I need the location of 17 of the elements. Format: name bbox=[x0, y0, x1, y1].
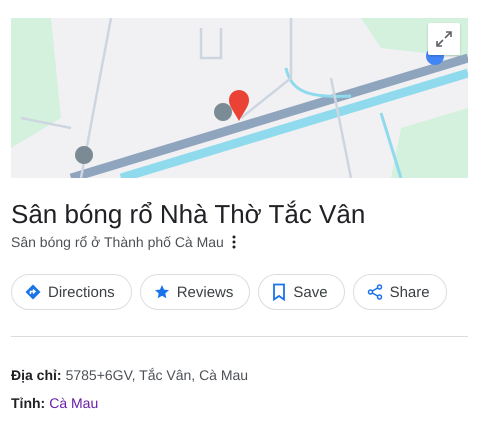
detail-link[interactable]: Cà Mau bbox=[49, 395, 98, 411]
bookmark-icon bbox=[272, 283, 286, 301]
detail-value: 5785+6GV, Tắc Vân, Cà Mau bbox=[66, 367, 248, 383]
action-button[interactable]: Save bbox=[258, 274, 345, 310]
action-button[interactable]: Share bbox=[352, 274, 447, 310]
place-category: Sân bóng rổ ở Thành phố Cà Mau bbox=[11, 234, 224, 250]
action-button[interactable]: Reviews bbox=[140, 274, 250, 310]
expand-icon bbox=[435, 30, 453, 48]
directions-icon bbox=[25, 284, 41, 300]
share-icon bbox=[366, 284, 383, 300]
star-icon bbox=[154, 284, 170, 300]
place-title: Sân bóng rổ Nhà Thờ Tắc Vân bbox=[11, 198, 366, 231]
more-options-icon[interactable] bbox=[232, 235, 236, 249]
detail-label: Địa chỉ: bbox=[11, 367, 62, 383]
detail-label: Tỉnh: bbox=[11, 395, 46, 411]
action-button[interactable]: Directions bbox=[11, 274, 132, 310]
fullscreen-button[interactable] bbox=[428, 23, 460, 55]
